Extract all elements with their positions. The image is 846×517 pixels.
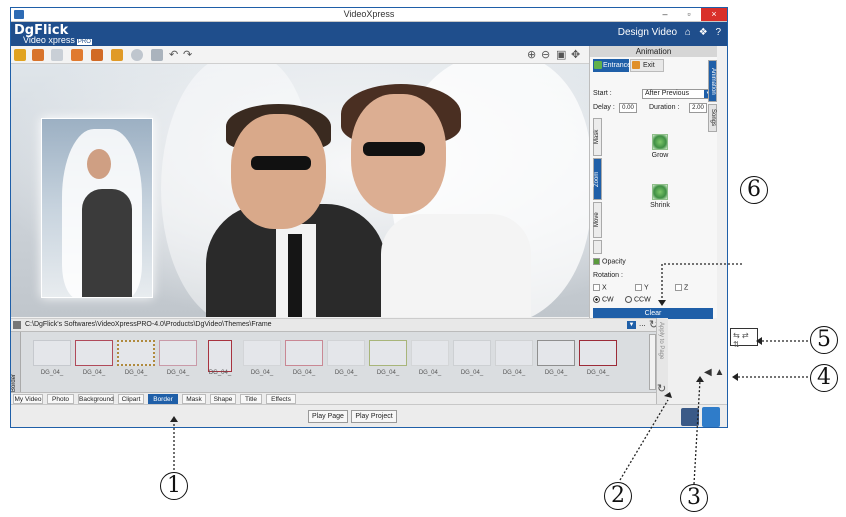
- callout-4: 4: [810, 364, 838, 392]
- callout-3: 3: [680, 484, 708, 512]
- annotation-leaders: [170, 263, 808, 485]
- callout-1: 1: [160, 472, 188, 500]
- callout-2: 2: [604, 482, 632, 510]
- callout-6: 6: [740, 176, 768, 204]
- callout-5: 5: [810, 326, 838, 354]
